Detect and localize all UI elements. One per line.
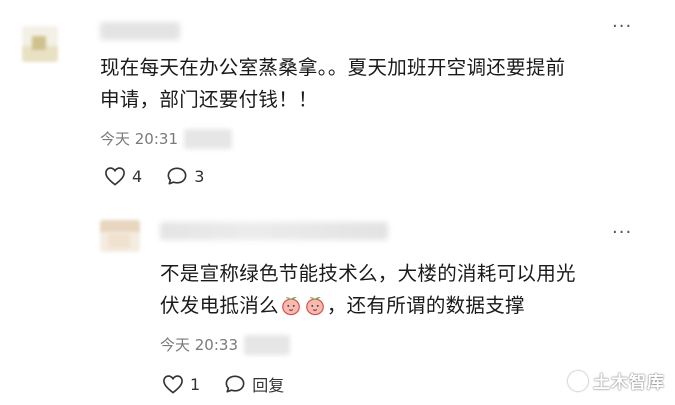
peach-emoji-icon [305,297,324,316]
reply-button[interactable]: 3 [166,166,204,186]
more-options-icon[interactable]: ··· [612,18,632,36]
reply-label: 回复 [252,376,285,395]
timestamp: 今天 20:31 [100,130,178,148]
avatar[interactable] [100,220,140,252]
username-blurred[interactable] [100,22,180,40]
location-blurred [244,334,290,355]
comment-actions: 1 回复 [162,372,308,396]
heart-icon [105,167,125,186]
reply-button[interactable]: 回复 [224,372,284,396]
watermark-text: 土木智库 [593,373,665,393]
comment-text-line-1: 现在每天在办公室蒸桑拿。。夏天加班开空调还要提前 [100,56,566,79]
comment-actions: 4 3 [104,166,228,186]
heart-icon [163,375,183,394]
like-count: 1 [190,374,201,394]
like-button[interactable]: 4 [104,166,142,186]
comment-meta: 今天 20:33 [160,334,290,355]
like-count: 4 [132,166,143,186]
comment-text-line-1: 不是宣称绿色节能技术么，大楼的消耗可以用光 [160,262,576,285]
watermark: 土木智库 [568,368,665,393]
comment-text-line-2: 申请，部门还要付钱！！ [100,88,318,111]
comment-text: 不是宣称绿色节能技术么，大楼的消耗可以用光 伏发电抵消么 ，还有所谓的数据支撑 [160,258,660,322]
like-button[interactable]: 1 [162,374,200,394]
location-blurred [184,128,232,149]
avatar[interactable] [22,26,58,62]
username-blurred[interactable] [160,222,388,240]
text-segment: 伏发电抵消么 [160,294,279,317]
comment-bubble-icon [167,167,187,185]
comment-text-line-2: 伏发电抵消么 ，还有所谓的数据支撑 [160,290,660,322]
watermark-logo-icon [568,370,588,391]
peach-emoji-icon [281,297,300,316]
comment-meta: 今天 20:31 [100,128,232,149]
timestamp: 今天 20:33 [160,336,238,354]
comment-bubble-icon [225,375,245,393]
more-options-icon[interactable]: ··· [612,224,632,242]
comment-text: 现在每天在办公室蒸桑拿。。夏天加班开空调还要提前 申请，部门还要付钱！！ [100,52,660,116]
text-segment: ，还有所谓的数据支撑 [326,294,525,317]
reply-count: 3 [194,166,205,186]
